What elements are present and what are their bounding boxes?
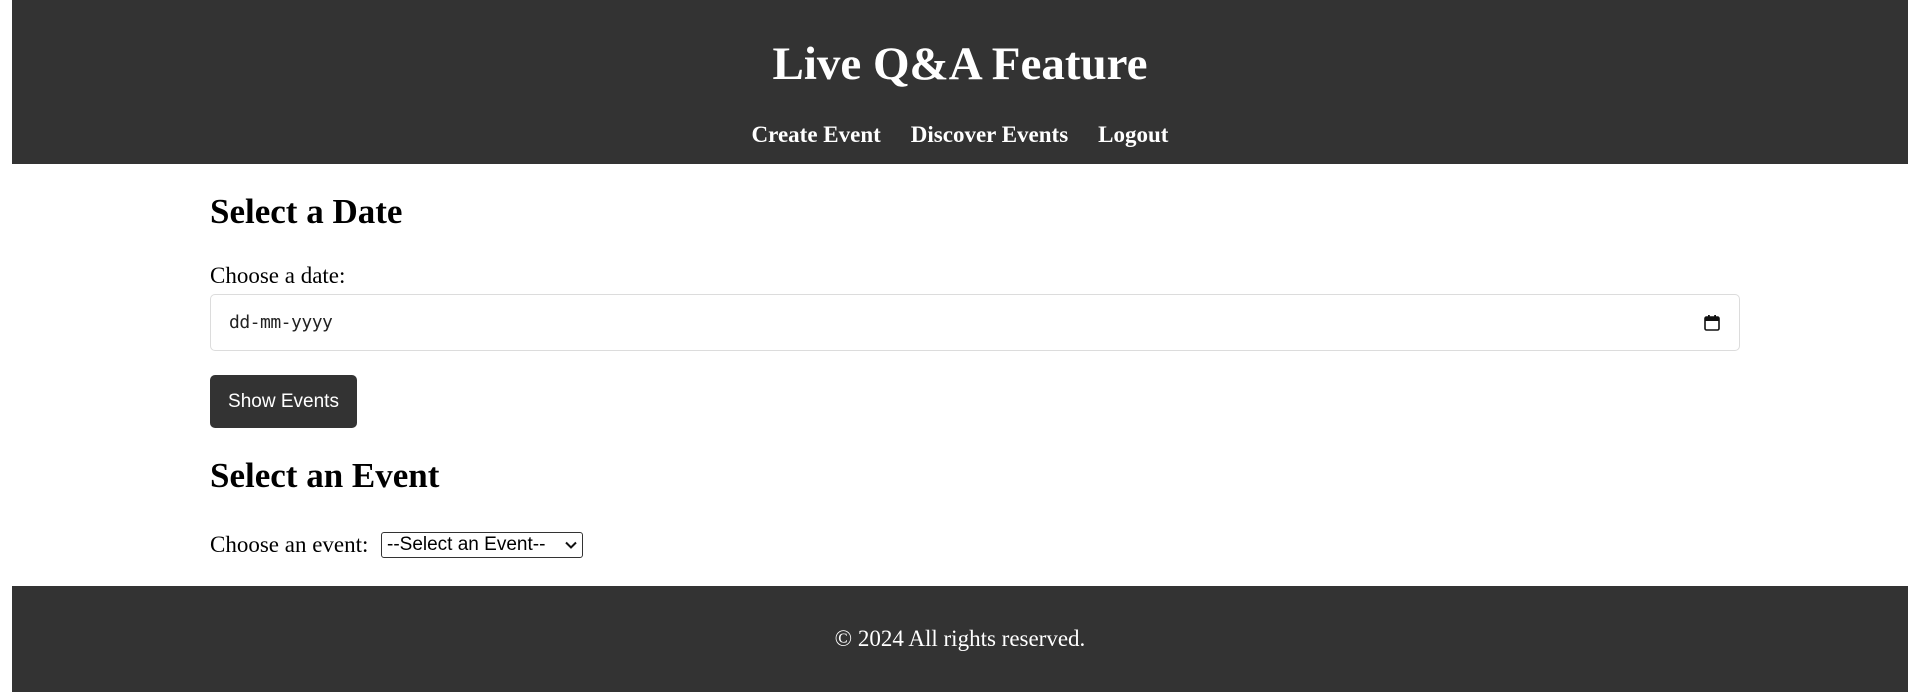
page: Live Q&A Feature Create Event Discover E… — [12, 0, 1908, 692]
nav-logout-link[interactable]: Logout — [1098, 120, 1168, 150]
event-select-value: --Select an Event-- — [387, 534, 546, 555]
chevron-down-icon — [565, 541, 577, 549]
site-header: Live Q&A Feature Create Event Discover E… — [12, 0, 1908, 164]
choose-event-label: Choose an event: — [210, 532, 369, 557]
select-date-heading: Select a Date — [210, 192, 403, 231]
calendar-icon[interactable] — [1703, 314, 1721, 332]
main-nav: Create Event Discover Events Logout — [12, 120, 1908, 150]
date-input-value: dd-mm-yyyy — [229, 312, 333, 333]
site-title: Live Q&A Feature — [772, 38, 1148, 90]
nav-create-event-link[interactable]: Create Event — [752, 120, 881, 150]
main-content: Select a Date Choose a date: dd-mm-yyyy … — [12, 164, 1908, 586]
event-select[interactable]: --Select an Event-- — [381, 532, 583, 558]
date-input[interactable]: dd-mm-yyyy — [210, 294, 1740, 351]
site-footer: © 2024 All rights reserved. — [12, 586, 1908, 692]
select-event-heading: Select an Event — [210, 456, 440, 495]
choose-date-label: Choose a date: — [210, 263, 346, 288]
show-events-button[interactable]: Show Events — [210, 375, 357, 428]
nav-discover-events-link[interactable]: Discover Events — [911, 120, 1068, 150]
copyright-text: © 2024 All rights reserved. — [834, 626, 1086, 651]
